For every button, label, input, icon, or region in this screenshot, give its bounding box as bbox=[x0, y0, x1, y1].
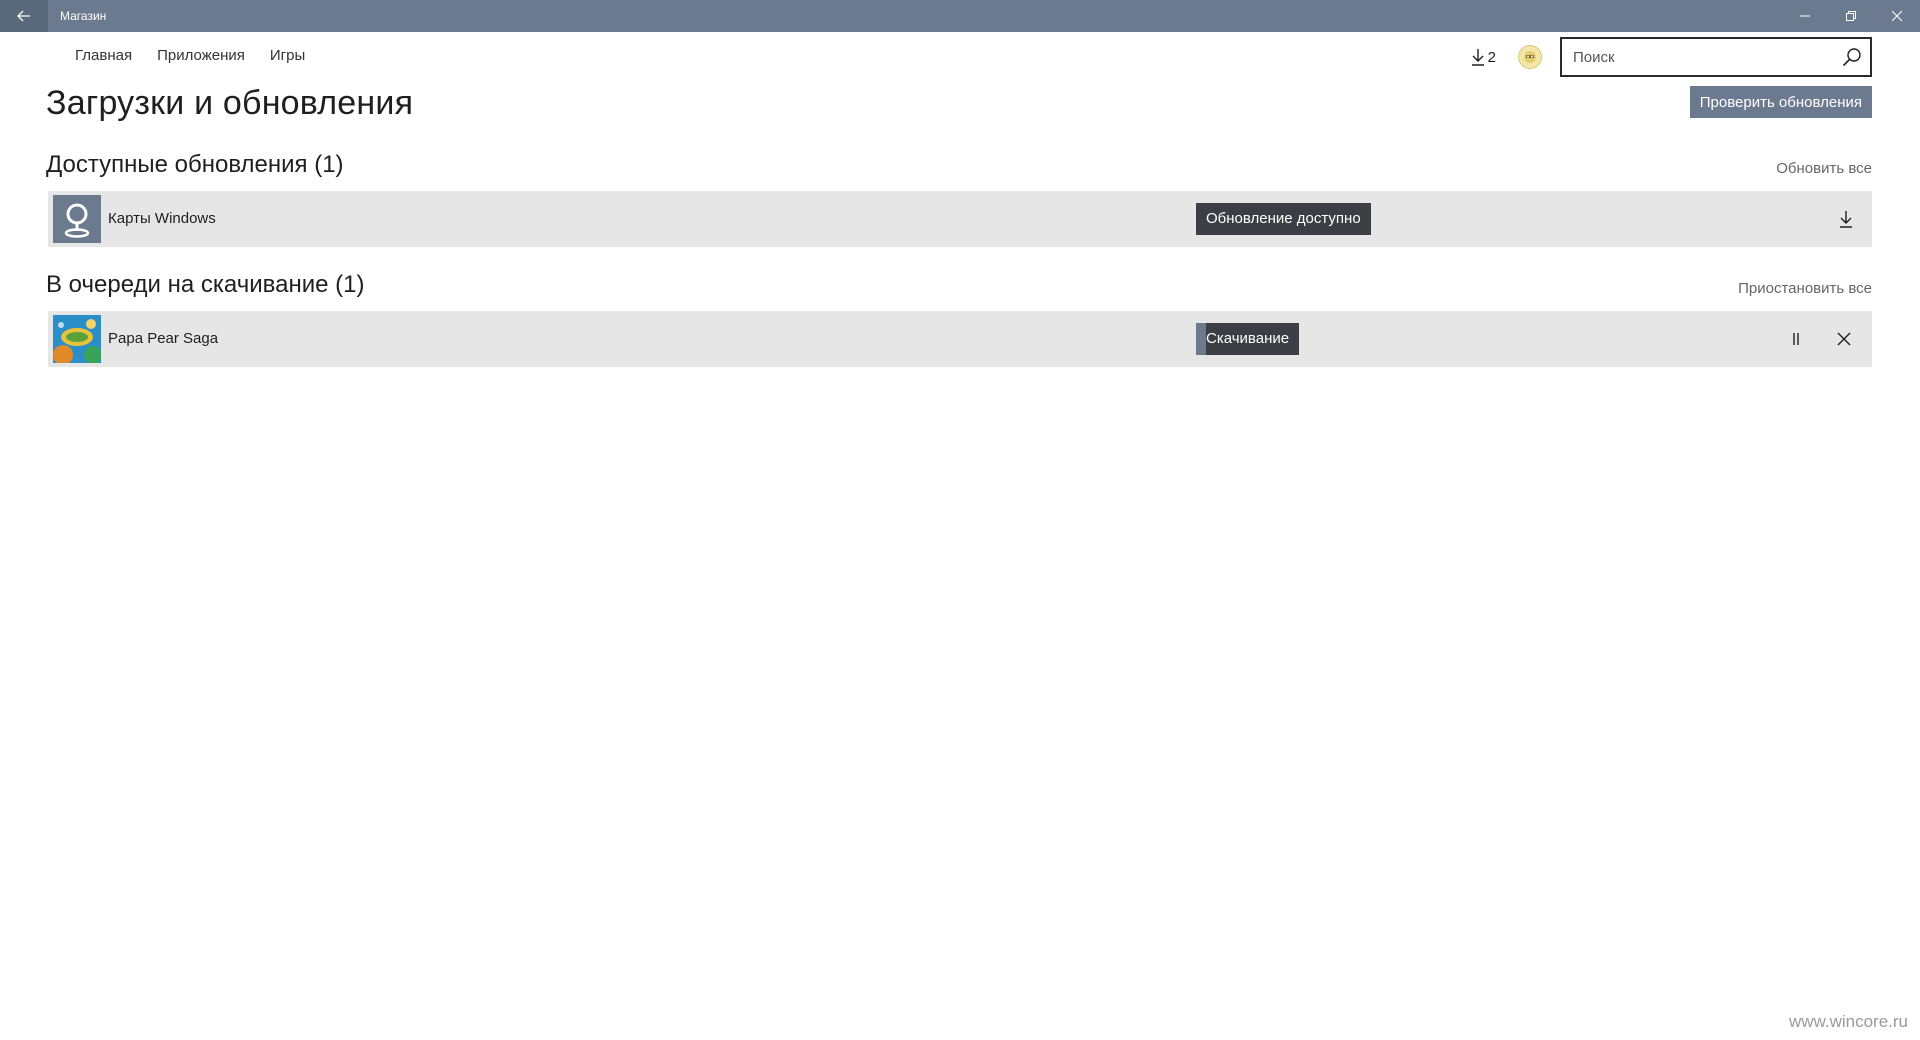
papa-pear-saga-icon bbox=[53, 315, 101, 363]
pause-button[interactable] bbox=[1782, 325, 1810, 353]
queue-heading: В очереди на скачивание (1) bbox=[46, 271, 365, 298]
back-arrow-icon bbox=[17, 10, 30, 22]
header-right: 2 bbox=[1471, 37, 1872, 77]
downloads-count: 2 bbox=[1487, 48, 1496, 66]
watermark: www.wincore.ru bbox=[1788, 1012, 1908, 1031]
window-title: Магазин bbox=[60, 9, 107, 23]
download-icon bbox=[1471, 49, 1484, 66]
close-icon bbox=[1892, 11, 1902, 21]
nav-item-apps[interactable]: Приложения bbox=[157, 47, 245, 64]
close-icon bbox=[1837, 332, 1851, 346]
nav-item-games[interactable]: Игры bbox=[270, 47, 305, 64]
nav-item-home[interactable]: Главная bbox=[75, 47, 132, 64]
user-avatar-icon bbox=[1524, 51, 1536, 63]
status-badge: Обновление доступно bbox=[1196, 203, 1371, 235]
minimize-icon bbox=[1800, 15, 1810, 17]
avatar[interactable] bbox=[1518, 45, 1542, 69]
progress-fill bbox=[1196, 323, 1207, 355]
search-input[interactable] bbox=[1571, 47, 1842, 67]
restore-icon bbox=[1846, 11, 1856, 21]
maps-app-icon bbox=[53, 195, 101, 243]
list-item[interactable]: Papa Pear Saga Скачивание bbox=[48, 311, 1872, 367]
restore-button[interactable] bbox=[1828, 0, 1874, 32]
page-title: Загрузки и обновления bbox=[46, 84, 414, 122]
download-icon bbox=[1840, 211, 1852, 228]
back-button[interactable] bbox=[0, 0, 48, 32]
app-name: Papa Pear Saga bbox=[108, 330, 219, 347]
search-box bbox=[1560, 37, 1872, 77]
pause-icon bbox=[1793, 333, 1799, 345]
title-bar: Магазин bbox=[0, 0, 1920, 32]
update-all-link[interactable]: Обновить все bbox=[1776, 160, 1872, 177]
downloads-indicator[interactable]: 2 bbox=[1471, 48, 1496, 66]
download-progress-badge: Скачивание bbox=[1196, 323, 1300, 355]
cancel-download-button[interactable] bbox=[1830, 325, 1858, 353]
check-updates-button[interactable]: Проверить обновления bbox=[1689, 86, 1872, 118]
download-update-button[interactable] bbox=[1832, 205, 1860, 233]
pause-all-link[interactable]: Приостановить все bbox=[1738, 280, 1872, 297]
status-text: Скачивание bbox=[1206, 330, 1290, 347]
search-icon[interactable] bbox=[1842, 47, 1862, 67]
window-controls bbox=[1782, 0, 1920, 32]
app-name: Карты Windows bbox=[108, 210, 216, 227]
updates-heading: Доступные обновления (1) bbox=[46, 151, 344, 178]
minimize-button[interactable] bbox=[1782, 0, 1828, 32]
list-item[interactable]: Карты Windows Обновление доступно bbox=[48, 191, 1872, 247]
close-button[interactable] bbox=[1874, 0, 1920, 32]
main-nav: Главная Приложения Игры bbox=[75, 47, 305, 64]
